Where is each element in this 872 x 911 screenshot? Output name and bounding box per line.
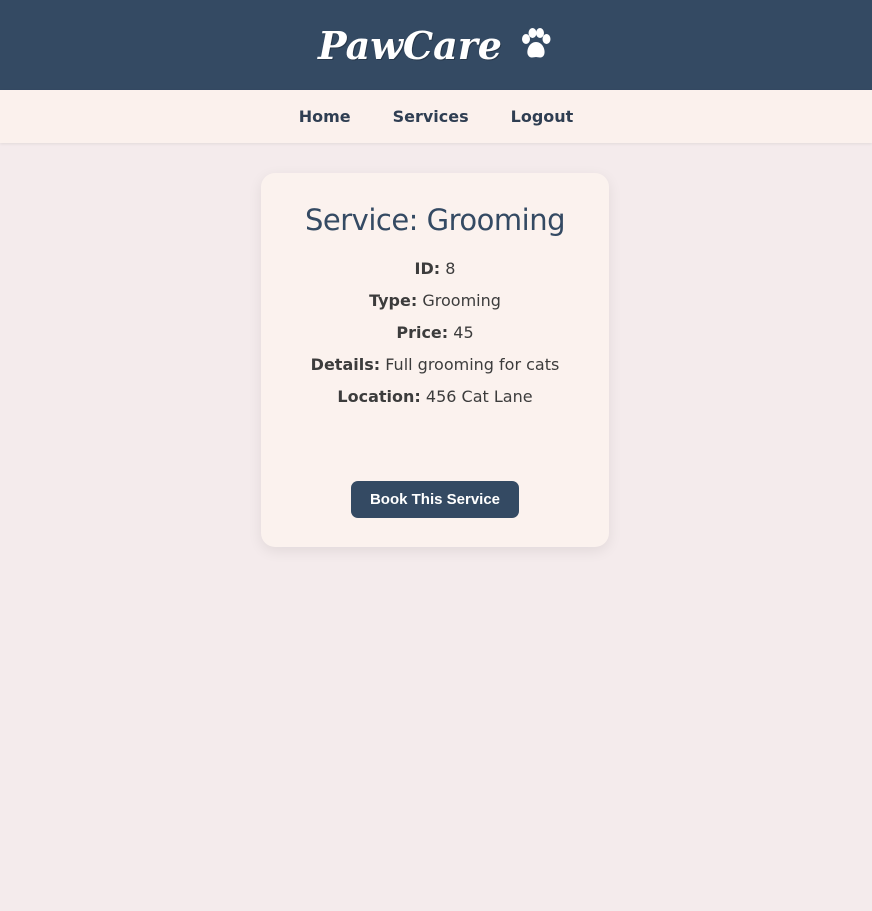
service-id-row: ID: 8	[261, 253, 609, 285]
location-label: Location:	[337, 387, 421, 406]
price-value: 45	[453, 323, 474, 342]
nav-home-link[interactable]: Home	[278, 107, 372, 126]
service-type-row: Type: Grooming	[261, 285, 609, 317]
details-label: Details:	[310, 355, 381, 374]
id-value: 8	[445, 259, 456, 278]
book-service-button[interactable]: Book This Service	[351, 481, 519, 518]
main-nav: Home Services Logout	[0, 90, 872, 143]
brand-logo[interactable]: PawCare	[318, 23, 502, 68]
paw-icon	[518, 27, 554, 63]
service-details-row: Details: Full grooming for cats	[261, 349, 609, 381]
type-value: Grooming	[422, 291, 501, 310]
location-value: 456 Cat Lane	[425, 387, 533, 406]
service-location-row: Location: 456 Cat Lane	[261, 381, 609, 413]
service-title: Service: Grooming	[304, 203, 566, 237]
service-price-row: Price: 45	[261, 317, 609, 349]
nav-logout-link[interactable]: Logout	[490, 107, 595, 126]
id-label: ID:	[414, 259, 441, 278]
type-label: Type:	[369, 291, 418, 310]
service-card: Service: Grooming ID: 8 Type: Grooming P…	[261, 173, 609, 547]
site-header: PawCare	[0, 0, 872, 90]
details-value: Full grooming for cats	[385, 355, 560, 374]
nav-services-link[interactable]: Services	[372, 107, 490, 126]
price-label: Price:	[396, 323, 449, 342]
